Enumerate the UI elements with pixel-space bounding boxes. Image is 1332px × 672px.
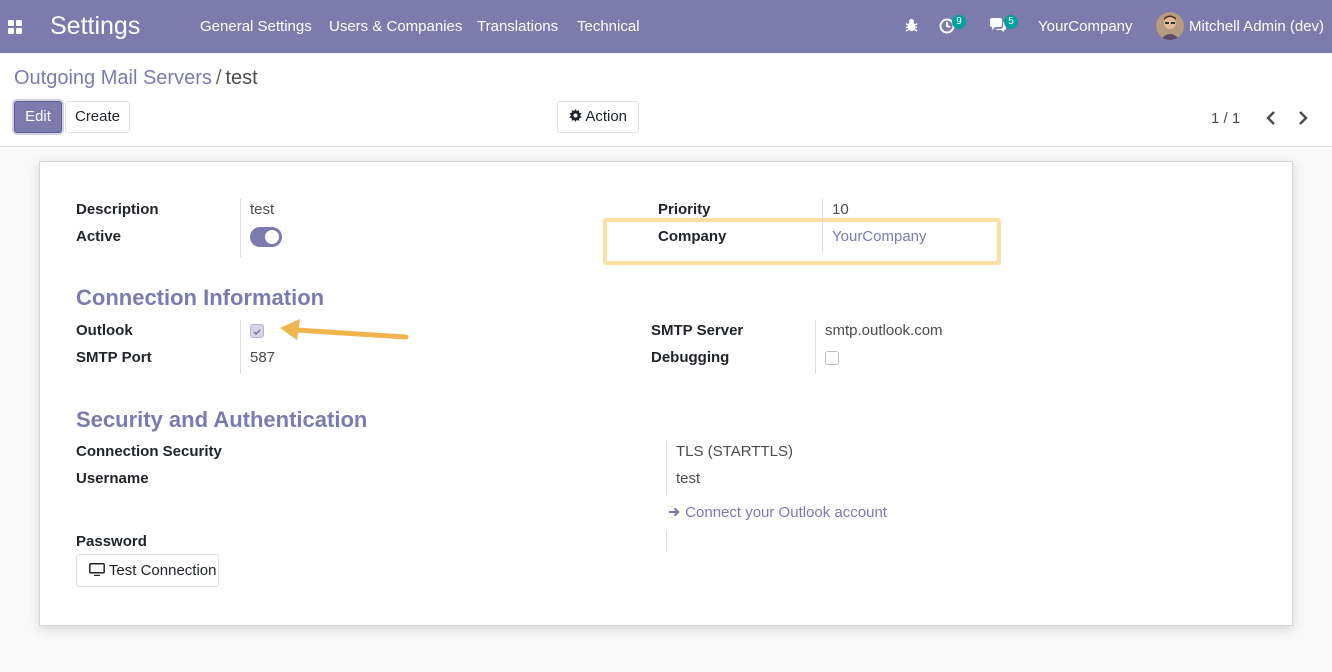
user-avatar[interactable] [1156, 12, 1184, 40]
priority-label: Priority [658, 201, 711, 218]
activity-count-badge: 9 [952, 15, 966, 29]
smtp-server-field[interactable]: smtp.outlook.com [825, 322, 943, 339]
field-separator [240, 199, 241, 257]
test-connection-label: Test Connection [108, 562, 217, 579]
outlook-checkbox[interactable] [250, 324, 264, 338]
menu-general-settings[interactable]: General Settings [200, 18, 312, 35]
connection-security-label: Connection Security [76, 443, 222, 460]
active-label: Active [76, 228, 122, 245]
field-separator [240, 320, 241, 374]
company-switcher[interactable]: YourCompany [1038, 18, 1133, 35]
pager-previous-icon[interactable] [1262, 108, 1282, 128]
control-panel: Outgoing Mail Servers / test Edit Create A… [0, 53, 1332, 147]
connection-information-heading: Connection Information [76, 285, 325, 310]
menu-users-companies[interactable]: Users & Companies [329, 18, 462, 35]
username-label: Username [76, 470, 149, 487]
test-connection-button[interactable]: Test Connection [76, 554, 219, 587]
debugging-checkbox[interactable] [825, 351, 839, 365]
breadcrumb-current: test [225, 67, 258, 89]
action-button[interactable]: Action [557, 101, 639, 133]
priority-field[interactable]: 10 [832, 201, 849, 218]
company-label: Company [658, 228, 727, 245]
password-label: Password [76, 533, 147, 550]
active-toggle[interactable] [250, 227, 282, 247]
menu-translations[interactable]: Translations [477, 18, 558, 35]
outlook-label: Outlook [76, 322, 133, 339]
connection-security-field[interactable]: TLS (STARTTLS) [676, 443, 793, 460]
action-label: Action [585, 108, 628, 125]
field-separator [666, 531, 667, 552]
breadcrumb-separator: / [215, 67, 222, 89]
menu-technical[interactable]: Technical [577, 18, 640, 35]
checkmark-icon [253, 329, 261, 336]
breadcrumb-parent-link[interactable]: Outgoing Mail Servers [14, 67, 212, 89]
username-field[interactable]: test [676, 470, 700, 487]
field-separator [666, 441, 667, 495]
description-field[interactable]: test [250, 201, 274, 218]
arrow-right-icon [668, 507, 680, 517]
smtp-port-field[interactable]: 587 [250, 349, 275, 366]
breadcrumb: Outgoing Mail Servers / test [14, 67, 258, 90]
connect-outlook-link[interactable]: Connect your Outlook account [668, 504, 887, 521]
annotation-arrow-icon [280, 319, 409, 340]
debug-bug-icon[interactable] [904, 18, 919, 33]
description-label: Description [76, 201, 159, 218]
monitor-icon [89, 563, 105, 577]
message-count-badge: 5 [1004, 15, 1018, 29]
apps-menu-icon[interactable] [8, 20, 22, 34]
top-navbar: Settings General Settings Users & Compan… [0, 0, 1332, 53]
field-separator [822, 199, 823, 253]
create-button[interactable]: Create [65, 101, 130, 133]
user-menu[interactable]: Mitchell Admin (dev) [1189, 18, 1324, 35]
smtp-server-label: SMTP Server [651, 322, 744, 339]
field-separator [815, 320, 816, 374]
pager-value[interactable]: 1 / 1 [1211, 110, 1240, 127]
edit-button[interactable]: Edit [14, 101, 62, 133]
company-field-link[interactable]: YourCompany [832, 228, 927, 245]
pager-next-icon[interactable] [1292, 108, 1312, 128]
smtp-port-label: SMTP Port [76, 349, 152, 366]
app-title: Settings [50, 12, 141, 40]
security-authentication-heading: Security and Authentication [76, 407, 368, 432]
debugging-label: Debugging [651, 349, 730, 366]
form-sheet: Description test Active Priority 10 Comp… [39, 161, 1293, 626]
connect-outlook-label: Connect your Outlook account [685, 504, 887, 521]
gear-icon [569, 109, 582, 122]
